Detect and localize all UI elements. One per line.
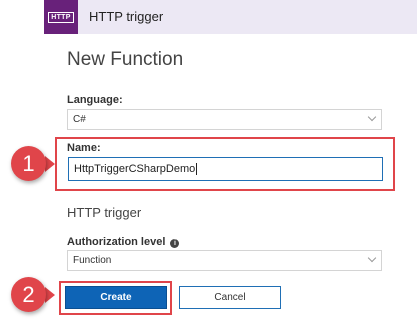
page-title: New Function (67, 49, 184, 70)
callout-badge-1: 1 (11, 146, 46, 181)
cancel-button[interactable]: Cancel (179, 286, 281, 309)
info-icon[interactable]: i (170, 239, 180, 248)
name-label: Name: (67, 142, 101, 154)
chevron-down-icon (367, 112, 377, 122)
language-select[interactable]: C# (67, 109, 382, 130)
text-caret (196, 163, 198, 176)
logo-text: HTTP (48, 11, 74, 23)
authorization-value: Function (73, 255, 112, 266)
section-heading: HTTP trigger (67, 205, 142, 220)
language-label: Language: (67, 94, 123, 106)
authorization-level-label: Authorization level i (67, 236, 180, 248)
callout-badge-2: 2 (11, 277, 46, 312)
header-bar: HTTP HTTP trigger (44, 0, 417, 34)
create-button[interactable]: Create (65, 286, 167, 309)
name-input-value: HttpTriggerCSharpDemo (74, 163, 196, 175)
header-title: HTTP trigger (89, 9, 164, 24)
callout-2-arrow (45, 287, 55, 303)
chevron-down-icon (367, 253, 377, 263)
function-name-input[interactable]: HttpTriggerCSharpDemo (68, 157, 383, 181)
authorization-label-text: Authorization level (67, 236, 166, 248)
language-value: C# (73, 114, 86, 125)
callout-1-arrow (45, 156, 55, 172)
http-trigger-logo-icon: HTTP (44, 0, 78, 34)
new-function-page: HTTP HTTP trigger New Function Language:… (0, 0, 417, 324)
authorization-level-select[interactable]: Function (67, 250, 382, 271)
